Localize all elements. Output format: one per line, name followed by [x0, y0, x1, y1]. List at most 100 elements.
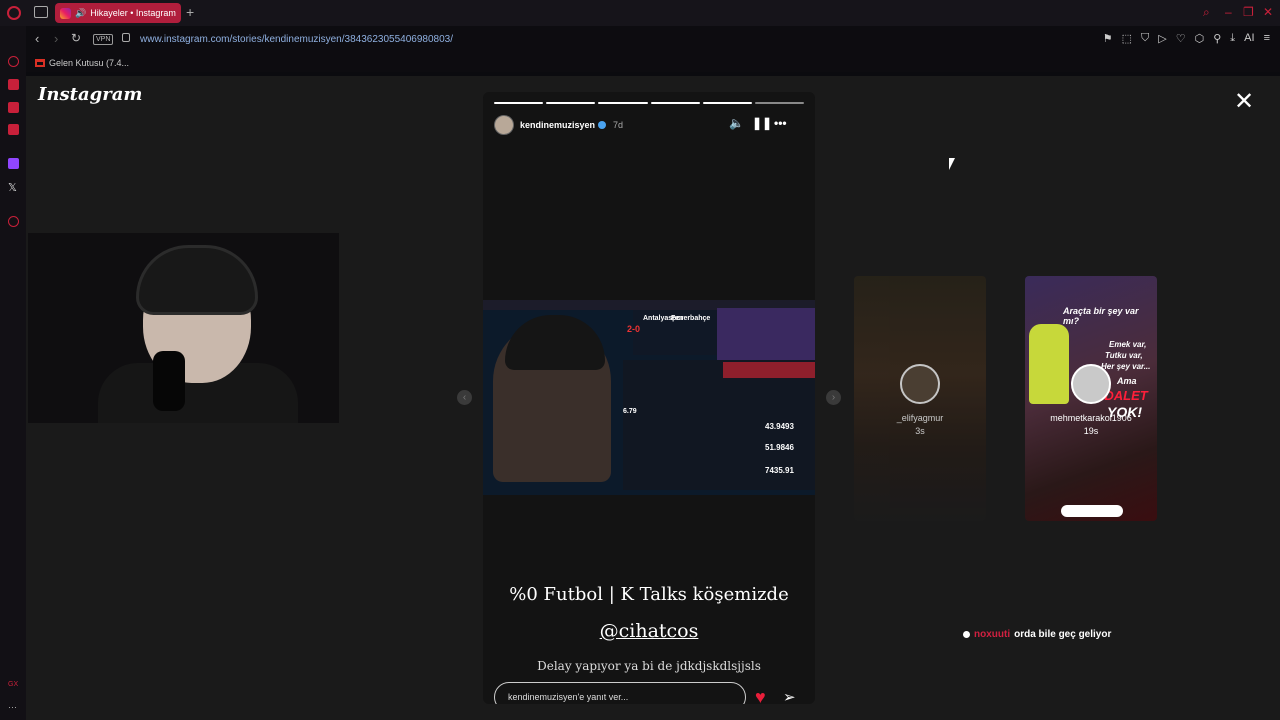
story-time: 7d [613, 120, 624, 130]
vpn-badge[interactable]: VPN [93, 34, 114, 45]
gx-icon[interactable]: GX [8, 681, 19, 692]
ai-button[interactable]: AI [1244, 32, 1254, 45]
messenger-icon[interactable] [8, 102, 19, 113]
next-story-card-2[interactable]: Araçta bir şey var mı? Emek var, Tutku v… [1025, 276, 1157, 521]
story-mention-link[interactable]: @cihatcos [483, 620, 815, 642]
overlay-text-2: Emek var, [1109, 340, 1147, 349]
close-story-button[interactable]: ✕ [1234, 90, 1254, 114]
back-button[interactable]: ‹ [35, 31, 39, 46]
lock-icon[interactable] [122, 33, 130, 42]
verified-badge-icon [598, 121, 607, 129]
next-story-time: 3s [915, 426, 925, 436]
speaker-icon[interactable]: 🔊 [75, 8, 86, 19]
aria-icon[interactable] [8, 56, 19, 67]
x-twitter-icon[interactable]: 𝕏 [8, 181, 19, 194]
play-icon[interactable]: ▷ [1158, 32, 1166, 45]
overlay-text-5: Ama [1117, 376, 1137, 386]
overlay-text-1: Araçta bir şey var mı? [1063, 306, 1139, 326]
tab-title: Hikayeler • Instagram [90, 8, 176, 18]
chat-username: noxuuti [974, 629, 1011, 640]
media-red-bar [723, 362, 815, 378]
send-icon[interactable]: ➢ [783, 688, 796, 704]
progress-segment [494, 102, 544, 104]
snapshot-icon[interactable]: ⬚ [1122, 32, 1132, 45]
progress-segment [754, 102, 805, 104]
more-options-icon[interactable]: ••• [774, 116, 787, 130]
instagram-favicon-icon [60, 7, 71, 19]
story-card[interactable]: kendinemuzisyen 7d 🔈 ❚❚ ••• Antalyaspor … [483, 92, 815, 704]
next-story-username: _elifyagmur [896, 413, 944, 423]
browser-sidebar: 𝕏 GX ⋯ [0, 26, 26, 720]
media-value-2: 51.9846 [765, 443, 794, 452]
volume-icon[interactable]: 🔈 [729, 116, 744, 130]
story-sticker-pill [1061, 505, 1123, 517]
reply-input[interactable] [494, 682, 746, 704]
webcam-overlay [28, 233, 339, 423]
tab-overview-icon[interactable] [34, 6, 48, 18]
media-value-3: 7435.91 [765, 466, 794, 475]
webcam-microphone [153, 351, 185, 411]
url-field[interactable]: www.instagram.com/stories/kendinemuzisye… [140, 34, 453, 45]
history-icon[interactable] [8, 216, 19, 227]
media-streamer-hat [505, 315, 605, 370]
pause-icon[interactable]: ❚❚ [752, 116, 772, 130]
new-tab-button[interactable]: + [186, 4, 194, 20]
next-story-time: 19s [1083, 426, 1099, 436]
shopping-icon[interactable] [8, 79, 19, 90]
more-icon[interactable]: ⋯ [8, 702, 19, 713]
progress-segment [598, 102, 648, 104]
opera-logo-icon[interactable] [7, 6, 21, 20]
gmail-icon [35, 59, 45, 67]
overlay-text-3: Tutku var, [1105, 351, 1143, 360]
search-icon[interactable]: ⌕ [1203, 5, 1210, 20]
download-icon[interactable]: ⤓ [1230, 32, 1235, 45]
next-story-arrow[interactable]: › [826, 390, 841, 405]
avatar[interactable] [494, 115, 514, 135]
police-officer-figure [1029, 324, 1069, 404]
story-media: Antalyaspor 2-0 Fenerbahçe 6.79 43.9493 … [483, 300, 815, 495]
story-subcaption: Delay yapıyor ya bi de jdkdjskdlsjjsls [537, 659, 761, 673]
avatar [900, 364, 940, 404]
tab-instagram-stories[interactable]: 🔊 Hikayeler • Instagram [55, 3, 181, 23]
progress-segment [650, 102, 700, 104]
avatar [1071, 364, 1111, 404]
twitch-icon[interactable] [8, 158, 19, 169]
like-heart-icon[interactable]: ♥ [755, 687, 766, 704]
gmail-sidebar-icon[interactable] [8, 124, 19, 135]
extensions-icon[interactable]: ⬡ [1195, 32, 1205, 45]
stream-chat-message: noxuuti orda bile geç geliyor [963, 629, 1111, 640]
previous-story-arrow[interactable]: ‹ [457, 390, 472, 405]
webcam-headphones [136, 245, 258, 315]
media-team2: Fenerbahçe [671, 315, 711, 322]
close-window-button[interactable]: ✕ [1263, 5, 1273, 19]
reload-button[interactable]: ↻ [71, 31, 81, 45]
media-score: 2-0 [627, 324, 641, 334]
next-story-username: mehmetkarakol1906 [1050, 413, 1132, 423]
story-progress-bar [494, 102, 805, 104]
minimize-window-button[interactable]: – [1225, 5, 1232, 19]
instagram-story-viewer: Instagram ✕ ‹ kendinemuzisyen 7d 🔈 ❚❚ ••… [26, 76, 1280, 720]
toolbar-icons: ⚑ ⬚ ⛉ ▷ ♡ ⬡ ⚲ ⤓ AI ≡ [1103, 32, 1270, 45]
progress-segment [546, 102, 596, 104]
browser-tab-bar: 🔊 Hikayeler • Instagram + ⌕ – ❐ ✕ [0, 0, 1280, 26]
address-bar: ‹ › ↻ VPN www.instagram.com/stories/kend… [26, 26, 1280, 54]
instagram-logo[interactable]: Instagram [38, 84, 142, 105]
bookmark-icon[interactable]: ⚑ [1103, 32, 1113, 45]
shield-icon[interactable]: ⛉ [1141, 32, 1149, 45]
bookmark-gmail[interactable]: Gelen Kutusu (7.4... [49, 58, 129, 68]
forward-button[interactable]: › [54, 31, 58, 46]
profile-icon[interactable]: ⚲ [1213, 32, 1221, 45]
chat-text: orda bile geç geliyor [1014, 629, 1112, 640]
story-caption: %0 Futbol | K Talks köşemizde [509, 584, 789, 605]
next-story-card-1[interactable]: _elifyagmur 3s [854, 276, 986, 521]
media-rating: 6.79 [623, 408, 637, 415]
story-username[interactable]: kendinemuzisyen [520, 120, 595, 130]
chat-badge-icon [963, 631, 970, 638]
heart-icon[interactable]: ♡ [1176, 32, 1186, 45]
maximize-window-button[interactable]: ❐ [1243, 5, 1254, 19]
bookmarks-bar: Gelen Kutusu (7.4... [26, 54, 1280, 72]
media-value-1: 43.9493 [765, 422, 794, 431]
menu-icon[interactable]: ≡ [1264, 32, 1270, 45]
progress-segment [702, 102, 752, 104]
overlay-text-4: Her şey var... [1101, 362, 1151, 371]
